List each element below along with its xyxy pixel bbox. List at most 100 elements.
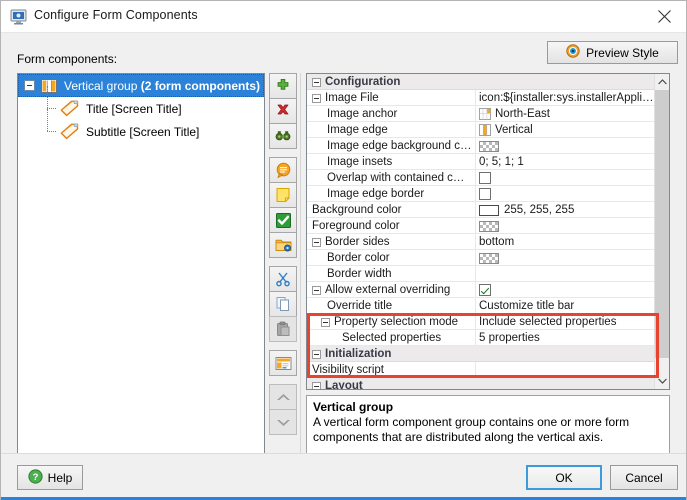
cancel-label: Cancel [625,470,663,485]
property-value[interactable]: Customize title bar [475,298,655,314]
move-down-button[interactable] [269,409,297,435]
cancel-button[interactable]: Cancel [610,465,678,490]
row-expander-icon[interactable] [312,237,321,247]
help-button[interactable]: ? Help [17,465,83,490]
comment-button[interactable] [269,157,297,183]
property-value[interactable]: 5 properties [475,330,655,346]
property-name: Overlap with contained c… [327,172,465,184]
property-row-image-file[interactable]: Image File icon:${installer:sys.installe… [307,90,655,106]
color-swatch-transparent[interactable] [479,220,499,232]
note-icon [275,187,291,203]
form-components-label: Form components: [17,52,118,66]
property-name: Image edge background c… [327,140,472,152]
move-up-button[interactable] [269,384,297,410]
property-row-border-color[interactable]: Border color [307,250,655,266]
property-name: Layout [325,380,363,390]
property-row-selected-properties[interactable]: Selected properties 5 properties [307,330,655,346]
property-grid-scrollbar[interactable] [654,74,669,389]
checkbox[interactable] [479,284,491,296]
category-expander-icon[interactable] [312,77,321,87]
note-button[interactable] [269,182,297,208]
property-category-configuration[interactable]: Configuration [307,74,655,90]
row-expander-icon[interactable] [312,93,321,103]
checkbox[interactable] [479,188,491,200]
property-value[interactable]: icon:${installer:sys.installerAppli… [475,90,655,106]
find-button[interactable] [269,123,297,149]
property-row-override-title[interactable]: Override title Customize title bar [307,298,655,314]
property-name: Image File [325,92,379,104]
property-value[interactable]: bottom [475,234,655,250]
property-row-property-selection-mode[interactable]: Property selection mode Include selected… [307,314,655,330]
preview-style-button[interactable]: Preview Style [547,41,678,64]
enable-button[interactable] [269,207,297,233]
property-row-border-width[interactable]: Border width 1 [307,266,667,282]
folder-button[interactable] [269,232,297,258]
tree-item-vertical-group[interactable]: Vertical group (2 form components) [18,74,264,97]
monitor-icon [10,8,27,25]
color-swatch-transparent[interactable] [479,140,499,152]
tree-guide-line [47,86,48,108]
property-name: Border sides [325,236,390,248]
property-row-allow-external-overriding[interactable]: Allow external overriding [307,282,655,298]
property-row-visibility-script[interactable]: Visibility script [307,362,655,378]
ok-button[interactable]: OK [526,465,602,490]
property-row-image-edge-border[interactable]: Image edge border [307,186,655,202]
question-mark-icon: ? [28,468,43,487]
property-row-border-sides[interactable]: Border sides bottom [307,234,655,250]
property-value: Vertical [495,124,533,136]
property-name: Configuration [325,76,401,88]
screen-preview-button[interactable] [269,350,297,376]
property-grid[interactable]: Configuration Image File icon:${installe… [306,73,670,390]
delete-button[interactable] [269,98,297,124]
property-name: Selected properties [342,332,442,344]
binoculars-icon [275,128,291,144]
property-value[interactable]: 0; 5; 1; 1 [475,154,655,170]
property-row-image-edge-background-color[interactable]: Image edge background c… [307,138,655,154]
tree-item-title[interactable]: Title [Screen Title] [18,86,264,120]
tree-item-label: Title [Screen Title] [86,101,182,116]
property-category-layout[interactable]: Layout [307,378,655,390]
property-name: Image edge [327,124,388,136]
property-name: Allow external overriding [325,284,451,296]
svg-text:?: ? [32,472,38,483]
cut-button[interactable] [269,266,297,292]
category-expander-icon[interactable] [312,349,321,359]
property-row-background-color[interactable]: Background color 255, 255, 255 [307,202,655,218]
row-expander-icon[interactable] [321,317,330,327]
property-value[interactable] [475,362,655,378]
scroll-down-arrow-icon[interactable] [655,373,669,389]
scrollbar-thumb[interactable] [655,90,669,358]
scissors-icon [275,271,291,287]
form-components-tree[interactable]: Vertical group (2 form components) Title… [17,73,265,495]
property-row-image-insets[interactable]: Image insets 0; 5; 1; 1 [307,154,655,170]
configure-form-components-dialog: Configure Form Components Form component… [0,0,687,500]
tree-item-subtitle[interactable]: Subtitle [Screen Title] [18,109,264,143]
close-button[interactable] [642,1,686,32]
property-value[interactable]: Include selected properties [475,314,655,330]
tree-item-label: Vertical group (2 form components) [64,78,261,93]
row-expander-icon[interactable] [312,285,321,295]
property-row-image-anchor[interactable]: Image anchor North-East [307,106,655,122]
copy-button[interactable] [269,291,297,317]
category-expander-icon[interactable] [312,381,321,389]
window-title: Configure Form Components [34,8,198,22]
property-value[interactable]: 1 [475,266,669,282]
description-panel: Vertical group A vertical form component… [306,395,670,458]
property-row-image-edge[interactable]: Image edge Vertical [307,122,655,138]
color-swatch-white[interactable] [479,204,499,216]
color-swatch-transparent[interactable] [479,252,499,264]
checkbox[interactable] [479,172,491,184]
scroll-up-arrow-icon[interactable] [655,74,669,90]
tree-expander-icon[interactable] [24,80,35,91]
property-row-foreground-color[interactable]: Foreground color [307,218,655,234]
title-bar: Configure Form Components [1,1,686,32]
paste-button[interactable] [269,316,297,342]
property-row-overlap-with-contained[interactable]: Overlap with contained c… [307,170,655,186]
dialog-footer: ? Help OK Cancel [1,453,686,500]
add-button[interactable] [269,73,297,99]
property-value: 255, 255, 255 [504,204,575,216]
tag-icon [59,100,79,117]
checkmark-icon [275,212,292,229]
property-category-initialization[interactable]: Initialization [307,346,655,362]
property-name: Initialization [325,348,392,360]
